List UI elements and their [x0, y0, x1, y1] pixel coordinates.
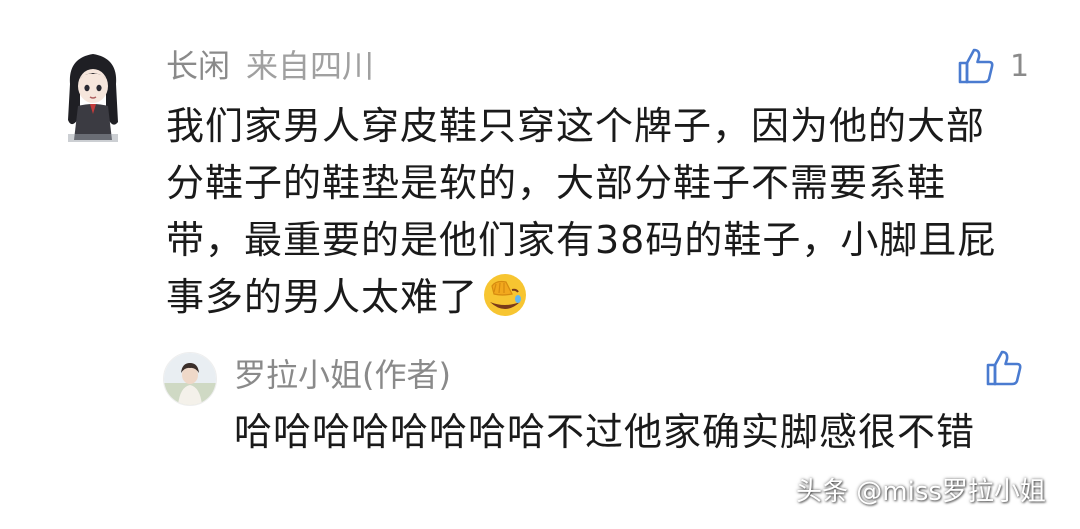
comment-like-button[interactable]: 1	[956, 44, 1029, 88]
like-count: 1	[1010, 48, 1030, 84]
comment-text: 我们家男人穿皮鞋只穿这个牌子，因为他的大部分鞋子的鞋垫是软的，大部分鞋子不需要系…	[166, 104, 997, 319]
commenter-location: 来自四川	[246, 47, 375, 85]
anime-girl-avatar-icon	[50, 44, 136, 144]
author-avatar-icon	[164, 353, 216, 405]
commenter-avatar[interactable]	[50, 44, 136, 144]
reply-like-button[interactable]	[984, 348, 1024, 392]
reply-body: 哈哈哈哈哈哈哈哈不过他家确实脚感很不错	[234, 410, 976, 454]
reply-author-name[interactable]: 罗拉小姐(作者)	[234, 352, 451, 398]
thumbs-up-icon	[986, 350, 1022, 386]
commenter-name[interactable]: 长闲	[166, 47, 230, 85]
faint-watermark-mark	[932, 494, 942, 529]
reply-author-avatar[interactable]	[163, 352, 217, 406]
comment-meta: 长闲 来自四川	[166, 44, 374, 88]
facepalm-laughing-emoji-icon	[482, 272, 528, 318]
source-watermark: 头条 @miss罗拉小姐	[796, 477, 1046, 507]
thumbs-up-icon	[958, 48, 994, 84]
comment-body: 我们家男人穿皮鞋只穿这个牌子，因为他的大部分鞋子的鞋垫是软的，大部分鞋子不需要系…	[166, 98, 1006, 326]
